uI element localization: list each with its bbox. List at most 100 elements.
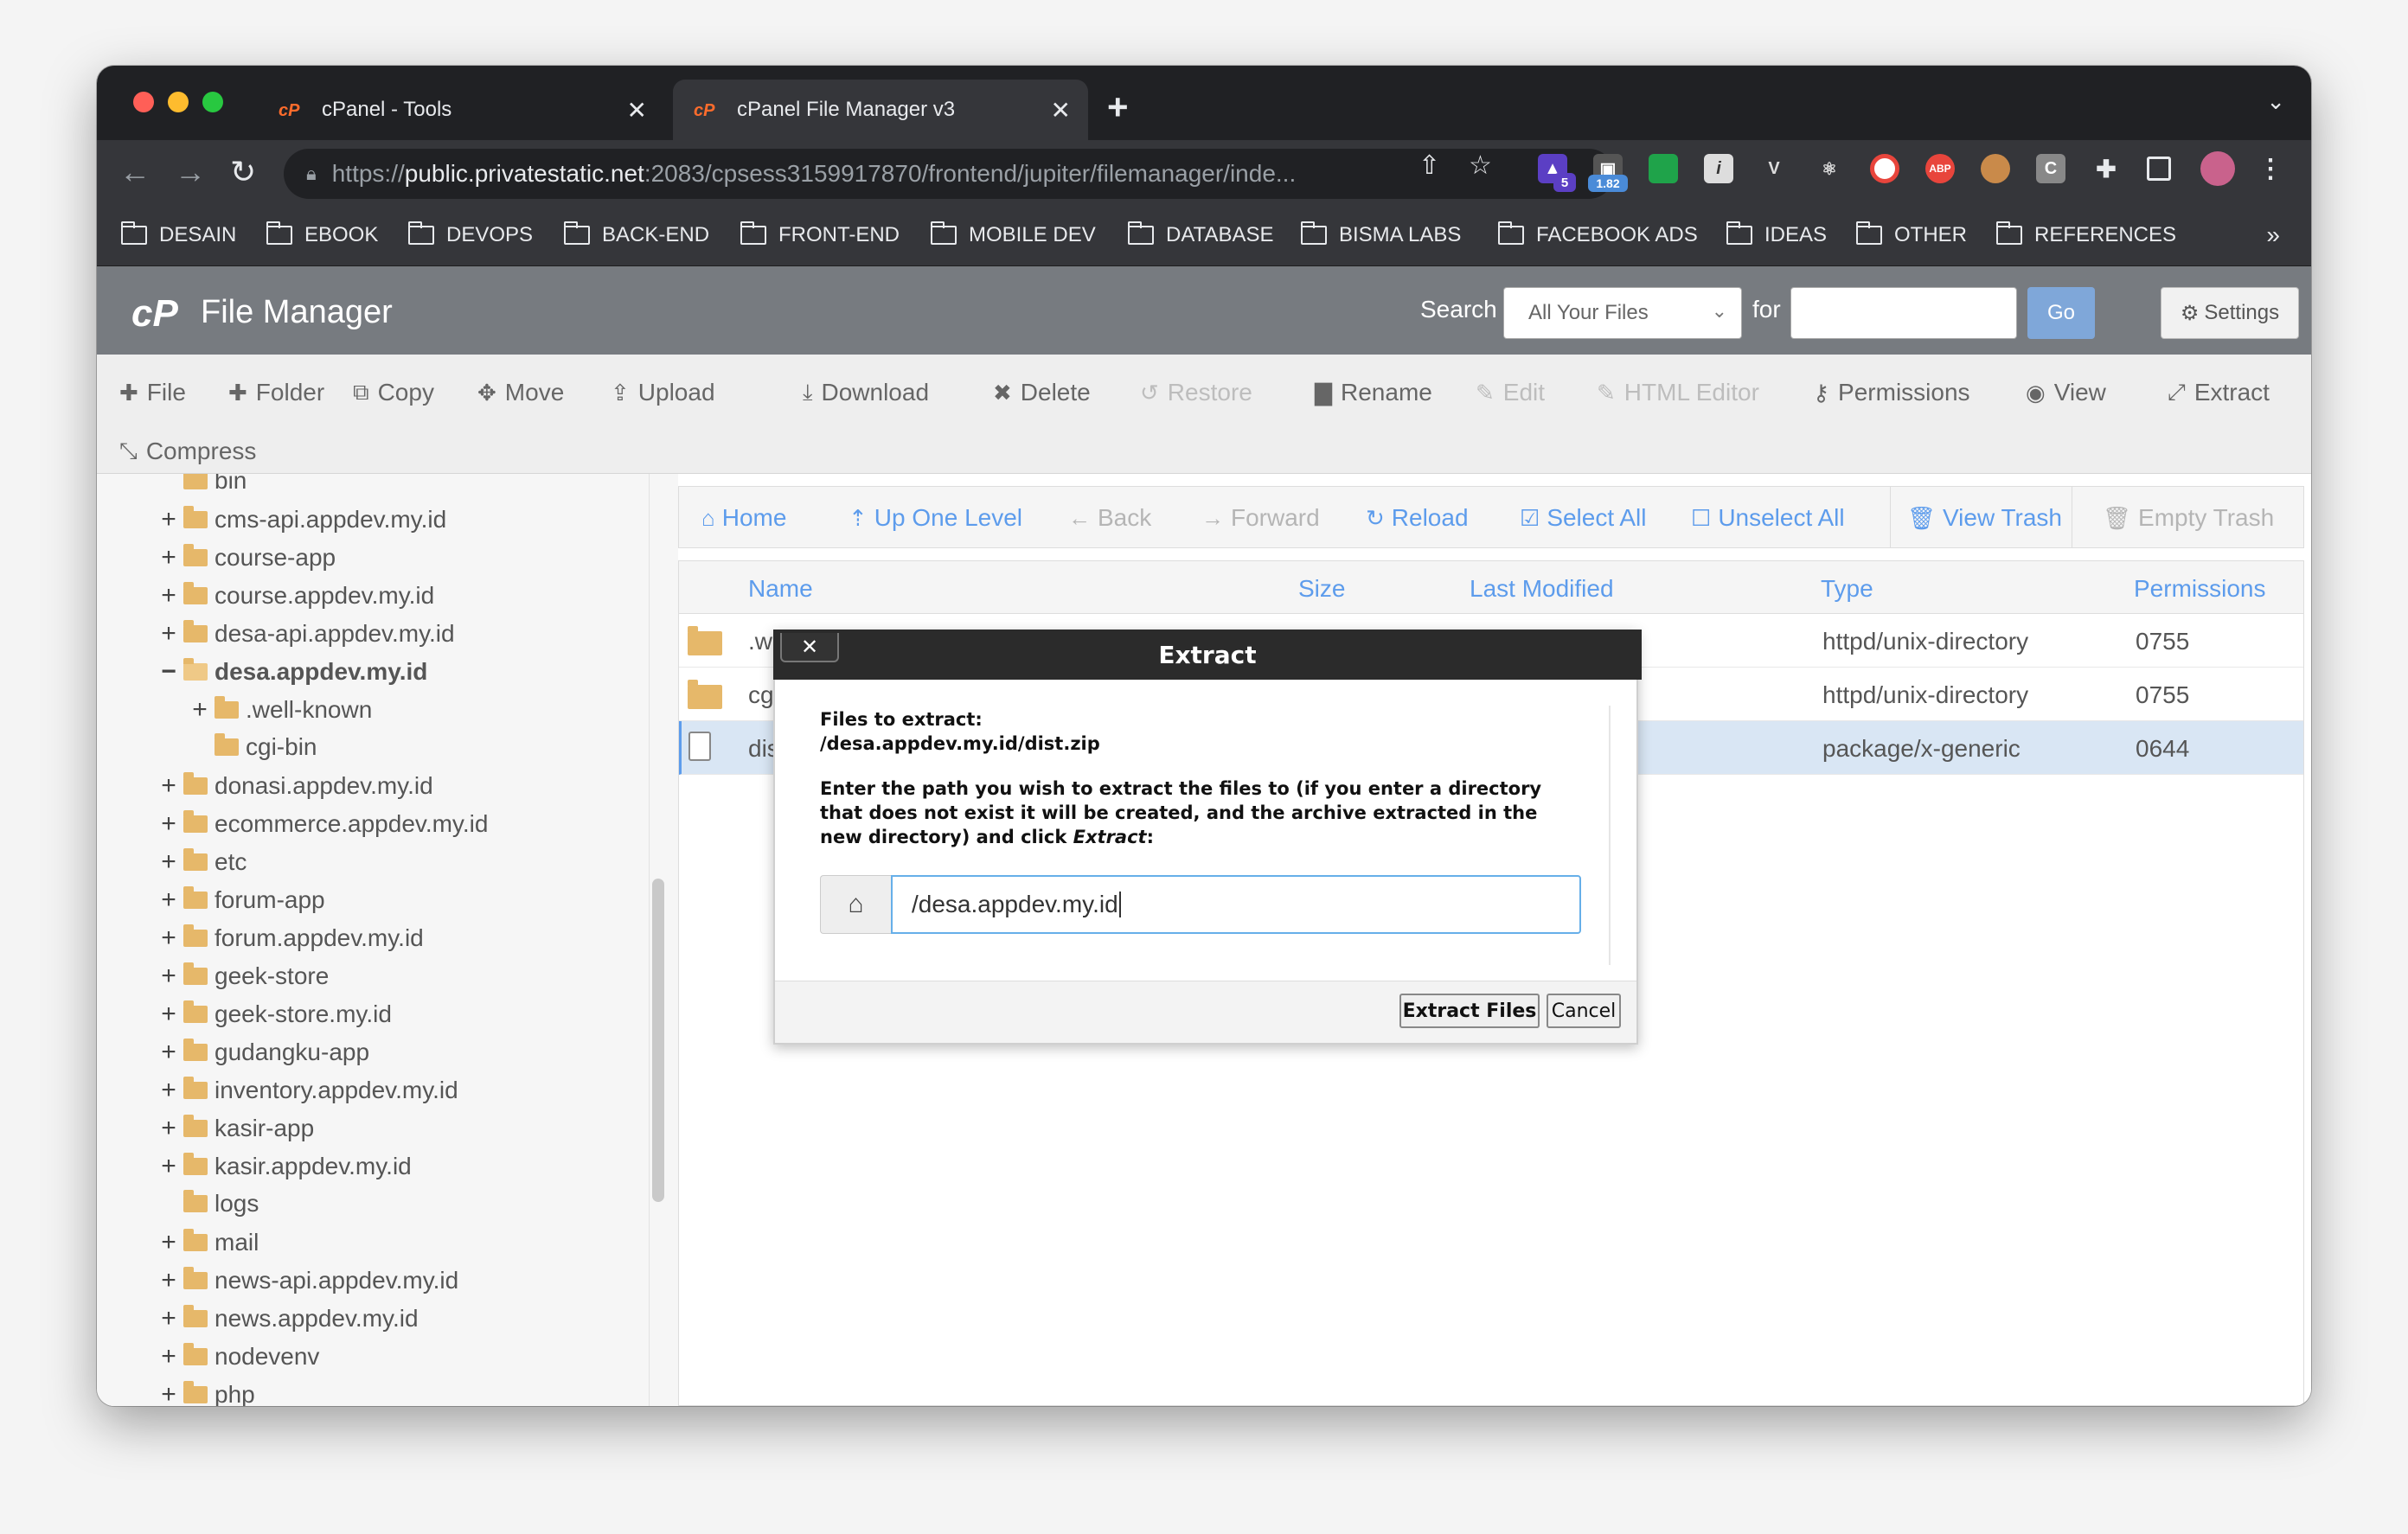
reload-icon[interactable]: ↻ bbox=[230, 154, 256, 190]
rename-button[interactable]: ▇ Rename bbox=[1315, 379, 1432, 406]
tree-node-current[interactable]: − desa.appdev.my.id bbox=[159, 657, 427, 687]
expand-plus-icon[interactable]: + bbox=[159, 847, 178, 877]
forward-arrow-icon[interactable]: → bbox=[175, 154, 206, 190]
expand-plus-icon[interactable]: + bbox=[159, 1380, 178, 1406]
back-arrow-icon[interactable]: ← bbox=[119, 154, 150, 190]
search-go-button[interactable]: Go bbox=[2027, 287, 2095, 339]
expand-plus-icon[interactable]: + bbox=[159, 962, 178, 991]
expand-plus-icon[interactable]: + bbox=[190, 695, 209, 725]
maximize-window-button[interactable] bbox=[202, 92, 223, 112]
browser-menu-icon[interactable]: ⋮ bbox=[2256, 154, 2285, 183]
bookmark-folder[interactable]: BISMA LABS bbox=[1301, 221, 1461, 247]
tab-cpanel-tools[interactable]: cP cPanel - Tools ✕ bbox=[258, 80, 664, 140]
tree-scrollbar-thumb[interactable] bbox=[652, 879, 664, 1202]
bookmark-folder[interactable]: DATABASE bbox=[1128, 221, 1273, 247]
bookmark-folder[interactable]: DESAIN bbox=[121, 221, 236, 247]
bookmark-folder[interactable]: FACEBOOK ADS bbox=[1498, 221, 1698, 247]
forward-button[interactable]: → Forward bbox=[1201, 504, 1320, 532]
tab-search-chevron-icon[interactable]: ⌄ bbox=[2266, 88, 2285, 115]
tree-node[interactable]: + desa-api.appdev.my.id bbox=[159, 619, 454, 649]
close-window-button[interactable] bbox=[133, 92, 154, 112]
settings-button[interactable]: ⚙ Settings bbox=[2161, 287, 2299, 339]
expand-plus-icon[interactable]: + bbox=[159, 1152, 178, 1181]
extensions-puzzle-icon[interactable]: ✚ bbox=[2091, 154, 2121, 183]
column-name-header[interactable]: Name bbox=[748, 575, 813, 603]
close-tab-icon[interactable]: ✕ bbox=[627, 96, 647, 125]
share-icon[interactable]: ⇧ bbox=[1419, 150, 1440, 181]
tree-node[interactable]: + news-api.appdev.my.id bbox=[159, 1266, 458, 1295]
expand-plus-icon[interactable]: + bbox=[159, 1266, 178, 1295]
dialog-close-button[interactable]: ✕ bbox=[780, 633, 839, 662]
bookmark-folder[interactable]: REFERENCES bbox=[1996, 221, 2176, 247]
extension-color-ring-icon[interactable] bbox=[1870, 154, 1899, 183]
empty-trash-button[interactable]: 🗑︎ Empty Trash bbox=[2103, 504, 2274, 532]
tree-node[interactable]: + ecommerce.appdev.my.id bbox=[159, 809, 488, 839]
minimize-window-button[interactable] bbox=[168, 92, 189, 112]
tree-node[interactable]: + forum-app bbox=[159, 885, 324, 915]
select-all-button[interactable]: ☑ Select All bbox=[1520, 504, 1646, 532]
expand-plus-icon[interactable]: + bbox=[159, 1228, 178, 1257]
permissions-button[interactable]: ⚷ Permissions bbox=[1813, 379, 1970, 406]
expand-plus-icon[interactable]: + bbox=[159, 619, 178, 649]
download-button[interactable]: ⤓ Download bbox=[803, 379, 929, 406]
tab-file-manager[interactable]: cP cPanel File Manager v3 ✕ bbox=[673, 80, 1088, 140]
view-trash-button[interactable]: 🗑︎ View Trash bbox=[1907, 504, 2062, 532]
tree-node[interactable]: + nodevenv bbox=[159, 1342, 319, 1371]
expand-plus-icon[interactable]: + bbox=[159, 1076, 178, 1105]
extension-abp-icon[interactable]: ABP bbox=[1925, 154, 1955, 183]
tree-node[interactable]: + php bbox=[159, 1380, 254, 1406]
bookmark-folder[interactable]: BACK-END bbox=[564, 221, 709, 247]
column-size-header[interactable]: Size bbox=[1298, 575, 1345, 603]
extract-files-button[interactable]: Extract Files bbox=[1399, 994, 1540, 1028]
back-button[interactable]: ← Back bbox=[1068, 504, 1151, 532]
bookmarks-overflow-icon[interactable]: » bbox=[2266, 221, 2280, 249]
bookmark-folder[interactable]: OTHER bbox=[1856, 221, 1967, 247]
expand-plus-icon[interactable]: + bbox=[159, 1304, 178, 1333]
tree-node[interactable]: + course-app bbox=[159, 543, 336, 572]
bookmark-folder[interactable]: EBOOK bbox=[266, 221, 378, 247]
extension-cookie-icon[interactable] bbox=[1981, 154, 2010, 183]
tree-node[interactable]: + kasir.appdev.my.id bbox=[159, 1152, 412, 1181]
up-one-level-button[interactable]: ⇡ Up One Level bbox=[849, 504, 1022, 532]
upload-button[interactable]: ⇪ Upload bbox=[611, 379, 715, 406]
search-input[interactable] bbox=[1790, 287, 2017, 339]
expand-plus-icon[interactable]: + bbox=[159, 1342, 178, 1371]
move-button[interactable]: ✥ Move bbox=[477, 379, 564, 406]
extension-vue-icon[interactable]: V bbox=[1759, 154, 1789, 183]
reload-button[interactable]: ↻ Reload bbox=[1366, 504, 1469, 532]
tree-node[interactable]: + gudangku-app bbox=[159, 1038, 369, 1067]
extract-button[interactable]: ⤢ Extract bbox=[2168, 379, 2270, 406]
close-tab-icon[interactable]: ✕ bbox=[1051, 96, 1071, 125]
extension-react-icon[interactable]: ⚛ bbox=[1815, 154, 1844, 183]
view-button[interactable]: ◉ View bbox=[2026, 379, 2106, 406]
tree-node[interactable]: + etc bbox=[159, 847, 247, 877]
side-panel-icon[interactable] bbox=[2147, 157, 2171, 181]
extension-info-icon[interactable]: i bbox=[1704, 154, 1733, 183]
home-button[interactable]: ⌂ Home bbox=[701, 504, 786, 532]
expand-plus-icon[interactable]: + bbox=[159, 543, 178, 572]
tree-node[interactable]: cgi-bin bbox=[190, 733, 317, 761]
expand-plus-icon[interactable]: + bbox=[159, 1114, 178, 1143]
edit-button[interactable]: ✎ Edit bbox=[1476, 379, 1545, 406]
bookmark-star-icon[interactable]: ☆ bbox=[1469, 150, 1492, 181]
tree-node[interactable]: + inventory.appdev.my.id bbox=[159, 1076, 458, 1105]
tree-node[interactable]: + geek-store bbox=[159, 962, 329, 991]
expand-plus-icon[interactable]: + bbox=[159, 924, 178, 953]
bookmark-folder[interactable]: IDEAS bbox=[1726, 221, 1827, 247]
html-editor-button[interactable]: ✎ HTML Editor bbox=[1597, 379, 1759, 406]
expand-plus-icon[interactable]: + bbox=[159, 581, 178, 610]
unselect-all-button[interactable]: ☐ Unselect All bbox=[1691, 504, 1845, 532]
tree-node[interactable]: + kasir-app bbox=[159, 1114, 314, 1143]
dialog-scrollbar[interactable] bbox=[1609, 706, 1611, 965]
column-permissions-header[interactable]: Permissions bbox=[2134, 575, 2265, 603]
extract-path-input[interactable]: /desa.appdev.my.id bbox=[891, 875, 1581, 934]
address-bar[interactable]: 🔒︎ https://public.privatestatic.net:2083… bbox=[284, 149, 1614, 199]
extension-green-icon[interactable] bbox=[1649, 154, 1678, 183]
search-scope-select[interactable]: All Your Files ⌄ bbox=[1503, 287, 1742, 339]
profile-avatar[interactable] bbox=[2200, 151, 2235, 186]
new-folder-button[interactable]: ✚ Folder bbox=[228, 379, 324, 406]
tree-node[interactable]: + news.appdev.my.id bbox=[159, 1304, 418, 1333]
tree-node[interactable]: + forum.appdev.my.id bbox=[159, 924, 424, 953]
expand-plus-icon[interactable]: + bbox=[159, 771, 178, 801]
delete-button[interactable]: ✖ Delete bbox=[993, 379, 1091, 406]
